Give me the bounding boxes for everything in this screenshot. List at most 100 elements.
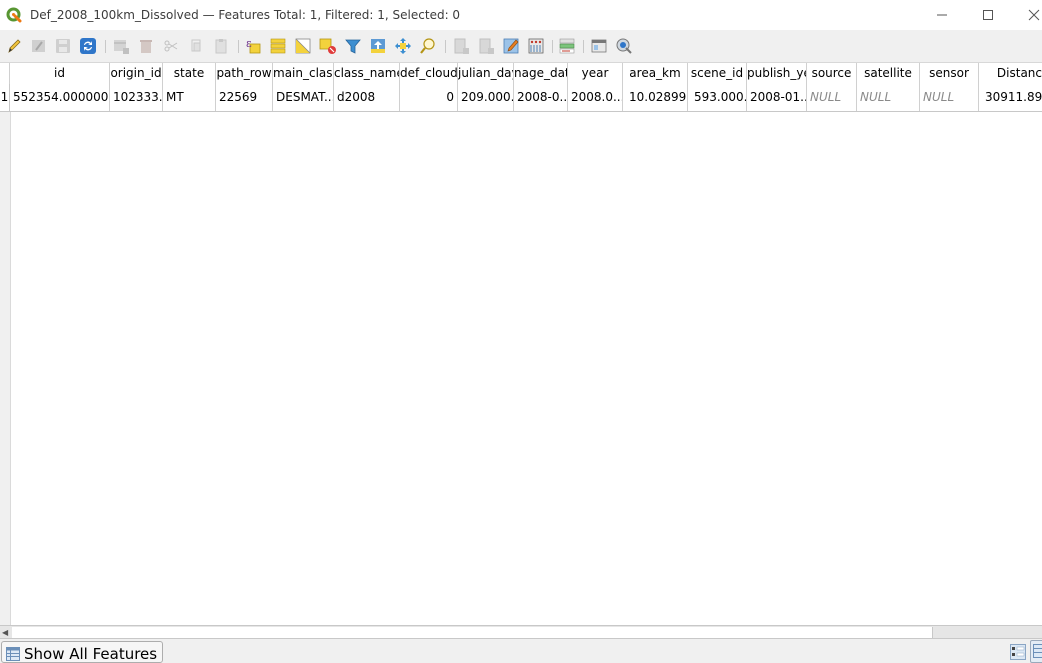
table-cell[interactable]: 102333... [110,84,163,111]
table-cell-null[interactable]: NULL [807,84,857,111]
toolbar-separator [552,40,553,53]
column-header[interactable]: class_name [334,63,400,84]
table-cell-null[interactable]: NULL [857,84,920,111]
pencil-icon [5,37,23,55]
pan-icon [394,37,412,55]
toggle-editing-button[interactable] [4,36,24,56]
table-cell[interactable]: 209.000... [458,84,514,111]
field-calculator-button[interactable] [526,36,546,56]
column-header[interactable]: publish_ye [747,63,807,84]
zoom-to-selected-button[interactable] [418,36,438,56]
toolbar-separator [105,40,106,53]
new-field-button[interactable] [451,36,471,56]
dock-table-button[interactable] [589,36,609,56]
maximize-icon [982,9,994,21]
show-all-features-label: Show All Features [24,645,157,663]
save-edits-button[interactable] [53,36,73,56]
filter-select-button[interactable] [343,36,363,56]
toolbar-separator [583,40,584,53]
edit-columns-icon [502,37,520,55]
table-row[interactable]: 1 552354.0000000... 102333... MT 22569 D… [0,84,1042,112]
column-header[interactable]: area_km [623,63,688,84]
table-cell[interactable]: MT [163,84,216,111]
close-icon [1028,9,1040,21]
scroll-left-arrow-icon[interactable]: ◀ [2,628,8,637]
table-cell[interactable]: 22569 [216,84,273,111]
show-all-features-button[interactable]: Show All Features [1,641,163,663]
table-cell[interactable]: 552354.0000000... [10,84,110,111]
column-header[interactable]: origin_id [110,63,163,84]
calculator-icon [527,37,545,55]
table-cell[interactable]: d2008 [334,84,400,111]
deselect-all-button[interactable] [318,36,338,56]
column-header[interactable]: path_row [216,63,273,84]
delete-field-button[interactable] [476,36,496,56]
dock-icon [590,37,608,55]
window-title: Def_2008_100km_Dissolved — Features Tota… [30,8,460,22]
invert-selection-button[interactable] [293,36,313,56]
conditional-formatting-button[interactable] [557,36,577,56]
row-number[interactable]: 1 [0,84,10,111]
move-top-icon [369,37,387,55]
paste-button[interactable] [211,36,231,56]
organize-columns-button[interactable] [501,36,521,56]
close-button[interactable] [1011,0,1042,30]
move-selection-top-button[interactable] [368,36,388,56]
table-view-button[interactable] [1030,640,1042,663]
copy-button[interactable] [186,36,206,56]
column-header[interactable]: nage_dat [514,63,568,84]
delete-selected-button[interactable] [136,36,156,56]
table-cell[interactable]: 2008-0... [514,84,568,111]
column-header[interactable]: state [163,63,216,84]
delete-field-icon [477,37,495,55]
refresh-icon [79,37,97,55]
copy-icon [187,37,205,55]
attribute-table-toolbar: ε [0,32,1042,60]
multi-edit-icon [30,37,48,55]
column-header[interactable]: sensor [920,63,979,84]
column-header[interactable]: julian_day [458,63,514,84]
maximize-button[interactable] [965,0,1011,30]
cut-button[interactable] [161,36,181,56]
minimize-icon [936,9,948,21]
form-view-icon[interactable] [1010,644,1026,660]
table-cell[interactable]: 30911.8909 [979,84,1042,111]
table-cell[interactable]: 10.02899... [623,84,688,111]
add-feature-icon [112,37,130,55]
select-all-icon [269,37,287,55]
column-header[interactable]: main_class [273,63,334,84]
table-cell-null[interactable]: NULL [920,84,979,111]
corner-cell[interactable] [0,63,10,84]
invert-selection-icon [294,37,312,55]
column-header[interactable]: source [807,63,857,84]
column-header[interactable]: scene_id [688,63,747,84]
table-view-icon [1033,644,1042,658]
actions-button[interactable] [614,36,634,56]
select-by-expression-button[interactable]: ε [243,36,263,56]
toggle-multi-edit-button[interactable] [29,36,49,56]
table-icon [6,647,20,661]
table-cell[interactable]: DESMAT... [273,84,334,111]
add-feature-button[interactable] [111,36,131,56]
table-cell[interactable]: 593.000... [688,84,747,111]
column-header[interactable]: def_cloud [400,63,458,84]
column-header[interactable]: Distanc [979,63,1042,84]
save-icon [54,37,72,55]
column-header[interactable]: id [10,63,110,84]
scrollbar-thumb[interactable] [12,627,933,638]
minimize-button[interactable] [919,0,965,30]
table-cell[interactable]: 0 [400,84,458,111]
table-cell[interactable]: 2008-01... [747,84,807,111]
pan-to-selected-button[interactable] [393,36,413,56]
select-all-button[interactable] [268,36,288,56]
horizontal-scrollbar[interactable]: ◀ [0,625,1042,639]
magnifier-icon [419,37,437,55]
toolbar-separator [238,40,239,53]
column-header[interactable]: year [568,63,623,84]
qgis-logo-icon [6,7,22,23]
reload-button[interactable] [78,36,98,56]
bottom-bar: Show All Features [0,639,1042,661]
table-cell[interactable]: 2008.0... [568,84,623,111]
attribute-table: id origin_id state path_row main_class c… [0,62,1042,625]
column-header[interactable]: satellite [857,63,920,84]
